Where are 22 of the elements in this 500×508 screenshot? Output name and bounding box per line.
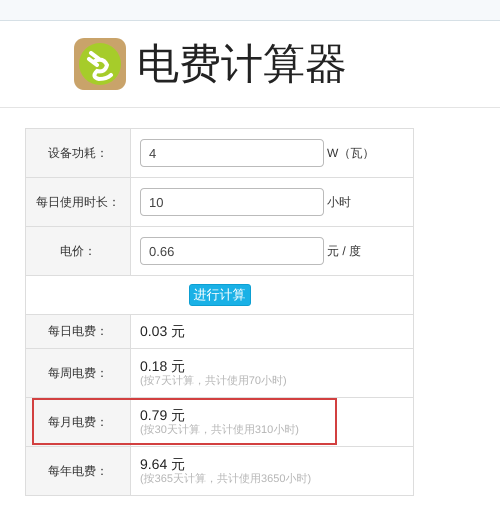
plug-logo-icon bbox=[73, 37, 127, 91]
result-value: 9.64 元 bbox=[140, 456, 186, 473]
unit-label: 元 / 度 bbox=[327, 244, 362, 258]
input-field[interactable]: 10 bbox=[140, 188, 324, 216]
result-note: (按7天计算，共计使用70小时) bbox=[140, 374, 288, 388]
field-label: 设备功耗： bbox=[48, 146, 108, 160]
unit-label: 小时 bbox=[327, 194, 351, 208]
result-label: 每月电费： bbox=[48, 414, 108, 428]
input-field[interactable]: 0.66 bbox=[140, 237, 324, 265]
result-label: 每周电费： bbox=[48, 366, 108, 380]
result-value: 0.18 元 bbox=[140, 358, 186, 375]
unit-label: W（瓦） bbox=[327, 146, 374, 160]
result-label: 每日电费： bbox=[48, 324, 108, 338]
result-value: 0.03 元 bbox=[140, 323, 186, 340]
field-label: 每日使用时长： bbox=[36, 194, 120, 208]
result-value: 0.79 元 bbox=[140, 407, 186, 424]
input-field[interactable]: 4 bbox=[140, 139, 324, 167]
field-label: 电价： bbox=[60, 244, 96, 258]
page-title: 电费计算器 bbox=[137, 38, 347, 90]
result-note: (按365天计算，共计使用3650小时) bbox=[140, 472, 312, 486]
result-note: (按30天计算，共计使用310小时) bbox=[140, 424, 300, 437]
result-label: 每年电费： bbox=[48, 464, 108, 478]
